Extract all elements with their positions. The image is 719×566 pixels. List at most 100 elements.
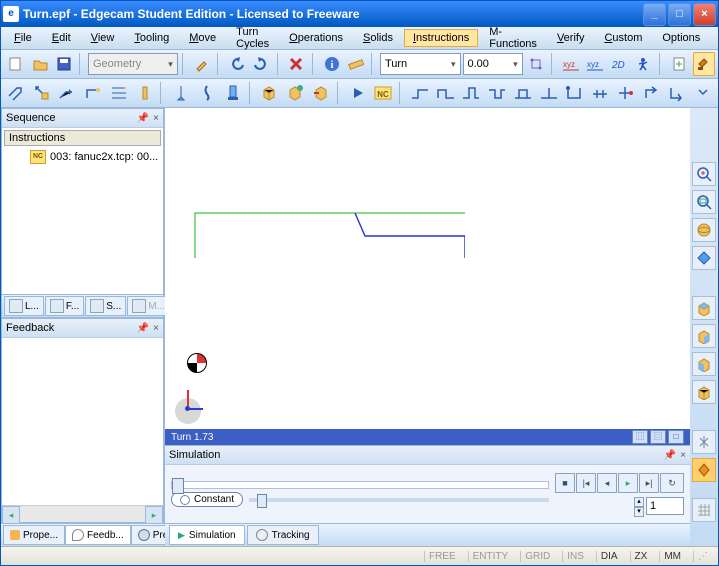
xyz-red-button[interactable]: xyz [560, 52, 582, 76]
scroll-right-button[interactable]: ▸ [145, 506, 163, 524]
info-button[interactable]: i [320, 52, 342, 76]
simulation-header[interactable]: Simulation 📌 × [165, 446, 690, 465]
op5-button[interactable] [107, 81, 131, 105]
cycle-combo[interactable]: Turn▾ [380, 53, 461, 75]
person-run-button[interactable] [633, 52, 655, 76]
close-panel-icon[interactable]: × [680, 450, 686, 461]
machining-mode-button[interactable] [693, 52, 715, 76]
delete-button[interactable] [285, 52, 307, 76]
op3-button[interactable] [55, 81, 79, 105]
grid-button[interactable] [692, 498, 716, 522]
spin-up[interactable]: ▴ [634, 497, 644, 507]
menu-options[interactable]: Options [653, 29, 709, 47]
viewport[interactable] [165, 108, 690, 429]
feedback-header[interactable]: Feedback 📌 × [2, 319, 163, 338]
step-back-button[interactable]: ◂ [597, 473, 617, 493]
op6-button[interactable] [133, 81, 157, 105]
single-view-icon[interactable]: □ [668, 430, 684, 444]
slider-thumb[interactable] [172, 478, 184, 494]
view-diamond-button[interactable] [692, 246, 716, 270]
sequence-header[interactable]: Sequence 📌 × [2, 109, 163, 128]
view-side-button[interactable] [692, 352, 716, 376]
tab-properties[interactable]: Prope... [3, 525, 65, 545]
menu-custom[interactable]: Custom [595, 29, 651, 47]
redo-button[interactable] [250, 52, 272, 76]
sequence-item[interactable]: NC 003: fanuc2x.tcp: 00... [2, 148, 163, 166]
scroll-left-button[interactable]: ◂ [2, 506, 20, 524]
menu-tooling[interactable]: Tooling [125, 29, 178, 47]
step-spinner[interactable]: ▴▾ [634, 497, 644, 515]
path6-button[interactable] [537, 81, 561, 105]
op1-button[interactable] [4, 81, 28, 105]
split-v-icon[interactable]: ⿳ [650, 430, 666, 444]
status-dia[interactable]: DIA [596, 551, 622, 562]
transform-button[interactable] [525, 52, 547, 76]
mini-tab-s[interactable]: S... [85, 296, 126, 316]
menu-help[interactable]: Help [711, 29, 719, 47]
menu-move[interactable]: Move [180, 29, 225, 47]
menu-view[interactable]: View [82, 29, 124, 47]
mini-tab-m[interactable]: M... [127, 296, 170, 316]
render-button[interactable] [692, 458, 716, 482]
value-combo[interactable]: 0.00▾ [463, 53, 523, 75]
minimize-button[interactable]: _ [643, 3, 666, 26]
menu-operations[interactable]: Operations [280, 29, 352, 47]
pin-icon[interactable]: 📌 [137, 113, 149, 124]
status-entity[interactable]: ENTITY [468, 551, 513, 562]
drill1-button[interactable] [169, 81, 193, 105]
save-button[interactable] [53, 52, 75, 76]
mini-tab-l[interactable]: L... [4, 296, 44, 316]
close-panel-icon[interactable]: × [153, 323, 159, 334]
titlebar[interactable]: e Turn.epf - Edgecam Student Edition - L… [1, 1, 718, 27]
drill3-button[interactable] [221, 81, 245, 105]
path11-button[interactable] [665, 81, 689, 105]
2d-button[interactable]: 2D [609, 52, 631, 76]
path10-button[interactable] [640, 81, 664, 105]
path8-button[interactable] [588, 81, 612, 105]
menu-solids[interactable]: Solids [354, 29, 402, 47]
status-zx[interactable]: ZX [630, 551, 652, 562]
view-top-button[interactable] [692, 296, 716, 320]
feedback-scrollbar[interactable]: ◂ ▸ [2, 505, 163, 522]
path9-button[interactable] [614, 81, 638, 105]
spin-down[interactable]: ▾ [634, 507, 644, 517]
speed-slider[interactable] [249, 498, 549, 502]
tab-simulation[interactable]: ▶Simulation [169, 525, 245, 545]
cube2-button[interactable] [283, 81, 307, 105]
split-h-icon[interactable]: ⿲ [632, 430, 648, 444]
wireframe-button[interactable] [692, 430, 716, 454]
open-button[interactable] [28, 52, 50, 76]
geometry-combo[interactable]: Geometry▾ [88, 53, 178, 75]
close-panel-icon[interactable]: × [153, 113, 159, 124]
zoom-fit-button[interactable] [692, 190, 716, 214]
status-ins[interactable]: INS [562, 551, 588, 562]
status-mm[interactable]: MM [659, 551, 685, 562]
menu-m-functions[interactable]: M-Functions [480, 23, 546, 53]
play-button[interactable] [346, 81, 370, 105]
tab-tracking[interactable]: Tracking [247, 525, 319, 545]
path2-button[interactable] [434, 81, 458, 105]
menu-verify[interactable]: Verify [548, 29, 594, 47]
op2-button[interactable] [30, 81, 54, 105]
nc-button[interactable]: NC [371, 81, 395, 105]
path1-button[interactable] [408, 81, 432, 105]
step-value[interactable]: 1 [646, 497, 684, 515]
cube3-button[interactable] [309, 81, 333, 105]
fast-forward-button[interactable]: ▸| [639, 473, 659, 493]
cube1-button[interactable] [258, 81, 282, 105]
step-forward-button[interactable]: ▸ [618, 473, 638, 493]
rewind-button[interactable]: |◂ [576, 473, 596, 493]
status-resize-grip[interactable]: ⋰ [693, 551, 712, 562]
loop-button[interactable]: ↻ [660, 473, 684, 493]
menu-edit[interactable]: Edit [43, 29, 80, 47]
status-grid[interactable]: GRID [520, 551, 554, 562]
progress-slider[interactable] [171, 481, 549, 489]
slider-thumb[interactable] [257, 494, 267, 508]
op4-button[interactable] [81, 81, 105, 105]
new-button[interactable] [4, 52, 26, 76]
cam-mode-button[interactable] [668, 52, 690, 76]
stop-button[interactable]: ■ [555, 473, 575, 493]
menu-file[interactable]: File [5, 29, 41, 47]
constant-button[interactable]: Constant [171, 492, 243, 507]
path7-button[interactable] [563, 81, 587, 105]
